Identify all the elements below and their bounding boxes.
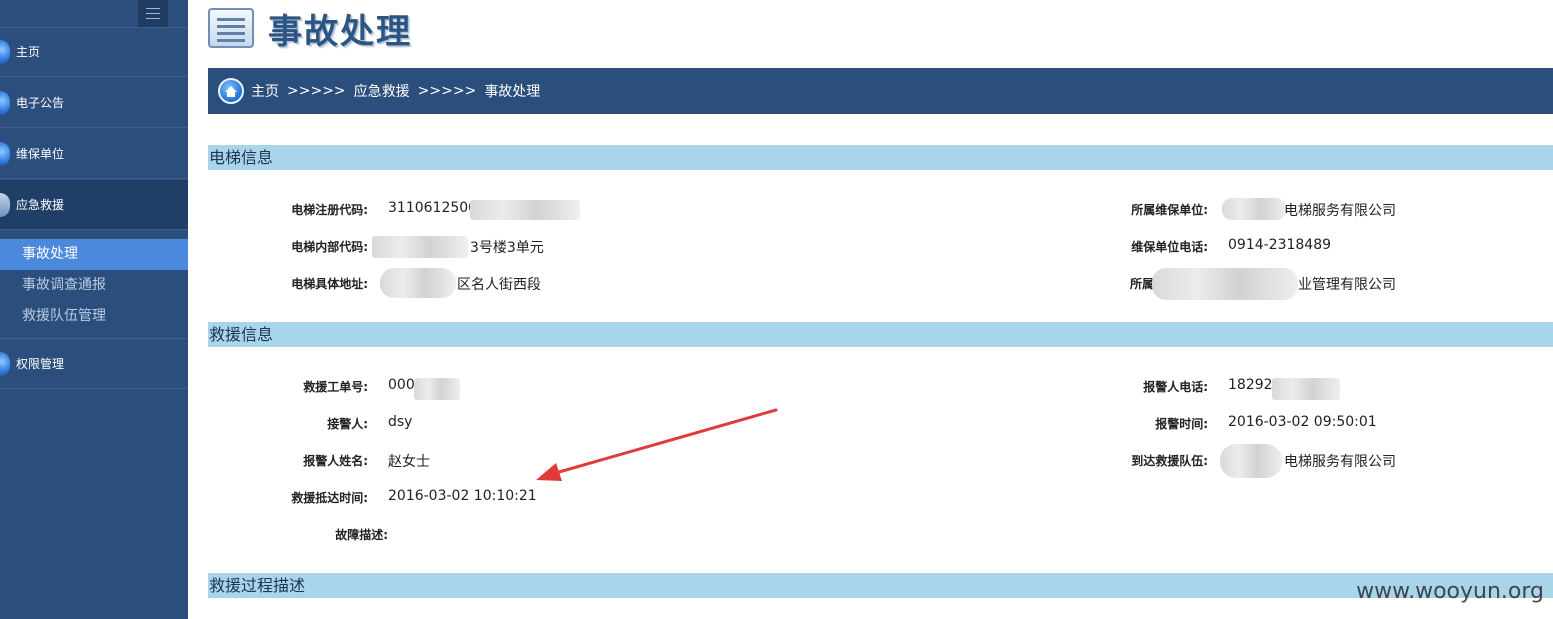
- watermark: www.wooyun.org: [1356, 579, 1544, 604]
- app-window: 主页 电子公告 维保单位 应急救援 事故处理 事故调查通报 救援队伍管理 权限管…: [0, 0, 1553, 619]
- section-header-rescue-process: 救援过程描述: [208, 573, 1553, 598]
- annotation-arrow: [536, 408, 778, 481]
